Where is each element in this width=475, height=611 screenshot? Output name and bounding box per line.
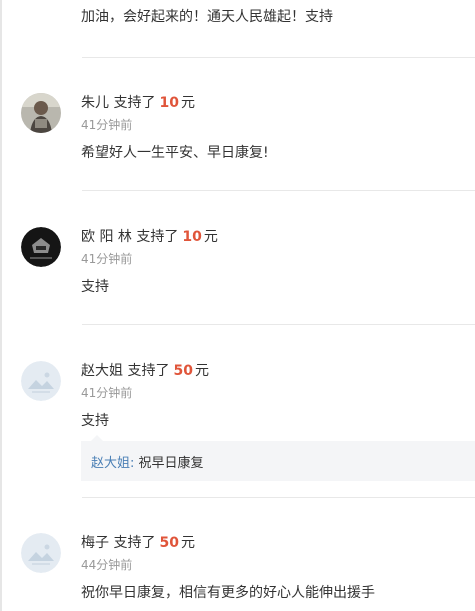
default-landscape-avatar[interactable] [21, 533, 61, 573]
comment-text: 加油，会好起来的！通天人民雄起！支持 [81, 9, 333, 25]
supporter-feed: 加油，会好起来的！通天人民雄起！支持 朱儿 支持了 10 元 41分钟前 希望好人一… [0, 0, 475, 611]
divider [82, 57, 475, 58]
person-photo-avatar[interactable] [21, 93, 61, 133]
supporter-name[interactable]: 赵大姐 [81, 363, 123, 379]
supporter-name[interactable]: 欧 阳 林 [81, 229, 132, 245]
divider [82, 324, 475, 325]
comment-text: 支持 [81, 279, 109, 295]
divider [82, 497, 475, 498]
reply-text: 祝早日康复 [138, 456, 204, 471]
divider [82, 190, 475, 191]
support-action: 支持了 [136, 229, 179, 245]
support-action: 支持了 [127, 363, 170, 379]
amount-value: 10 [159, 95, 179, 111]
reply-author[interactable]: 赵大姐: [91, 456, 134, 471]
amount-value: 50 [173, 363, 193, 379]
comment-text: 祝你早日康复，相信有更多的好心人能伸出援手 [81, 585, 375, 601]
amount-unit: 元 [180, 535, 195, 551]
supporter-header: 欧 阳 林 支持了 10 元 [81, 227, 218, 247]
supporter-header: 梅子 支持了 50 元 [81, 533, 195, 553]
reply-line: 赵大姐: 祝早日康复 [91, 452, 204, 471]
comment-text: 支持 [81, 413, 109, 429]
reply-box: 赵大姐: 祝早日康复 [81, 435, 475, 481]
amount-value: 10 [182, 229, 202, 245]
timestamp: 41分钟前 [81, 252, 133, 266]
timestamp: 41分钟前 [81, 118, 133, 132]
supporter-header: 朱儿 支持了 10 元 [81, 93, 195, 113]
amount-unit: 元 [180, 95, 195, 111]
comment-text: 希望好人一生平安、早日康复! [81, 145, 269, 161]
support-action: 支持了 [113, 95, 156, 111]
supporter-name[interactable]: 朱儿 [81, 95, 109, 111]
reply-caret [91, 435, 103, 441]
supporter-header: 赵大姐 支持了 50 元 [81, 361, 209, 381]
support-action: 支持了 [113, 535, 156, 551]
default-landscape-avatar[interactable] [21, 361, 61, 401]
supporter-name[interactable]: 梅子 [81, 535, 109, 551]
timestamp: 41分钟前 [81, 386, 133, 400]
amount-unit: 元 [203, 229, 218, 245]
dark-emblem-avatar[interactable] [21, 227, 61, 267]
amount-value: 50 [159, 535, 179, 551]
timestamp: 44分钟前 [81, 558, 133, 572]
amount-unit: 元 [194, 363, 209, 379]
